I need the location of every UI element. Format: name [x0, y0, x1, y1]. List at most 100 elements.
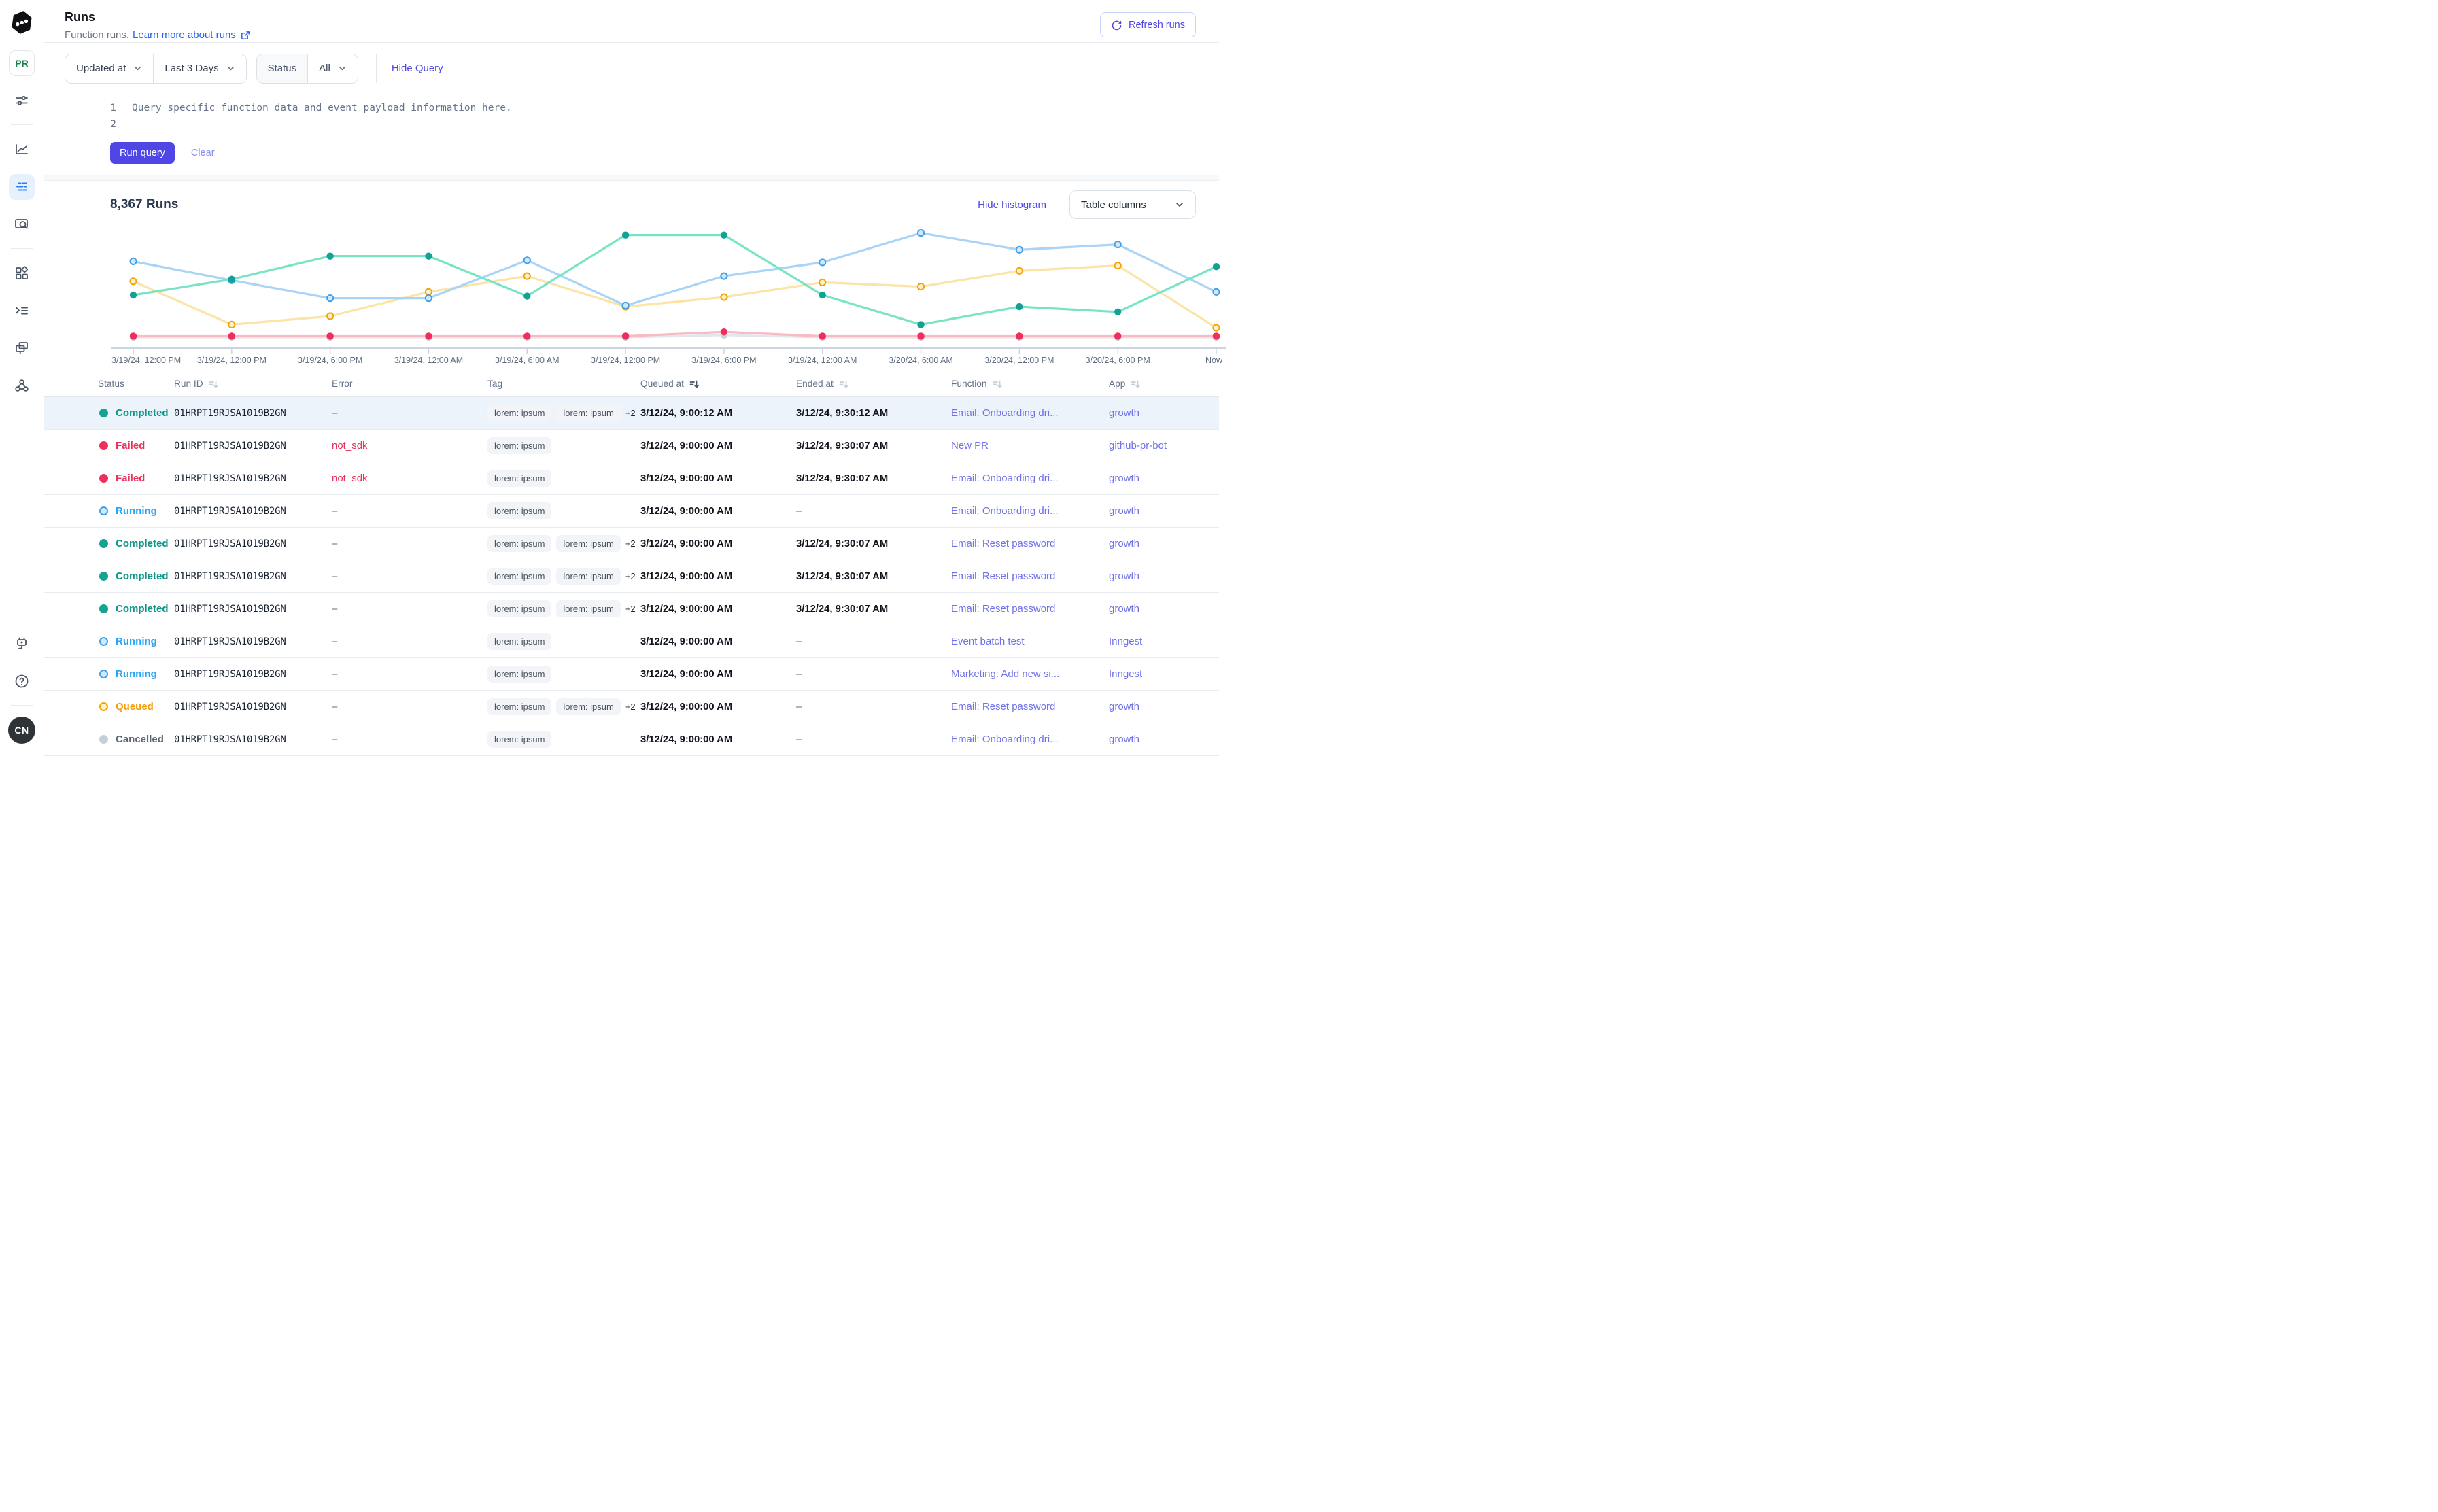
chart-point-completed[interactable] [425, 253, 432, 260]
chart-point-running[interactable] [819, 260, 825, 266]
chart-point-running[interactable] [524, 258, 530, 264]
table-row[interactable]: Completed 01HRPT19RJSA1019B2GN – lorem: … [44, 528, 1219, 560]
metrics-icon[interactable] [9, 137, 35, 162]
chart-point-failed[interactable] [326, 333, 333, 340]
log-search-icon[interactable] [9, 211, 35, 237]
query-editor-text[interactable] [116, 116, 132, 133]
inngest-logo[interactable] [8, 9, 35, 36]
chart-point-failed[interactable] [1016, 333, 1023, 340]
chart-point-queued[interactable] [721, 294, 727, 300]
chart-point-failed[interactable] [819, 333, 826, 340]
query-editor-text[interactable]: Query specific function data and event p… [116, 100, 512, 116]
chart-point-running[interactable] [1016, 247, 1023, 253]
app-link[interactable]: growth [1109, 701, 1139, 712]
chart-point-queued[interactable] [327, 313, 333, 320]
chart-point-completed[interactable] [326, 253, 333, 260]
function-link[interactable]: Email: Reset password [951, 538, 1055, 549]
function-link[interactable]: Email: Reset password [951, 570, 1055, 582]
table-row[interactable]: Running 01HRPT19RJSA1019B2GN – lorem: ip… [44, 625, 1219, 658]
column-header-status[interactable]: Status [98, 379, 174, 389]
apps-icon[interactable] [9, 260, 35, 286]
refresh-runs-button[interactable]: Refresh runs [1100, 12, 1196, 37]
chart-point-failed[interactable] [721, 328, 727, 335]
chart-point-failed[interactable] [622, 333, 629, 340]
chart-point-queued[interactable] [426, 289, 432, 295]
column-header-queued-at[interactable]: Queued at [640, 379, 796, 390]
chart-point-queued[interactable] [228, 322, 235, 328]
timefield-dropdown[interactable]: Updated at [65, 54, 153, 83]
help-icon[interactable] [9, 668, 35, 694]
chart-point-running[interactable] [1213, 289, 1219, 295]
function-link[interactable]: Email: Reset password [951, 603, 1055, 615]
sort-icon[interactable] [992, 379, 1003, 390]
table-row[interactable]: Completed 01HRPT19RJSA1019B2GN – lorem: … [44, 560, 1219, 593]
hide-histogram-link[interactable]: Hide histogram [978, 199, 1046, 211]
app-link[interactable]: growth [1109, 734, 1139, 745]
column-header-function[interactable]: Function [951, 379, 1109, 390]
clear-query-button[interactable]: Clear [191, 148, 215, 158]
app-link[interactable]: growth [1109, 603, 1139, 615]
daterange-dropdown[interactable]: Last 3 Days [153, 54, 245, 83]
table-row[interactable]: Queued 01HRPT19RJSA1019B2GN – lorem: ips… [44, 691, 1219, 723]
chart-point-completed[interactable] [1213, 263, 1220, 270]
column-header-error[interactable]: Error [332, 379, 487, 389]
user-avatar[interactable]: CN [8, 717, 35, 744]
function-link[interactable]: Email: Onboarding dri... [951, 505, 1059, 517]
table-row[interactable]: Running 01HRPT19RJSA1019B2GN – lorem: ip… [44, 495, 1219, 528]
column-header-tag[interactable]: Tag [487, 379, 640, 389]
chart-point-queued[interactable] [918, 284, 924, 290]
table-row[interactable]: Completed 01HRPT19RJSA1019B2GN – lorem: … [44, 593, 1219, 625]
function-link[interactable]: New PR [951, 440, 989, 451]
function-link[interactable]: Marketing: Add new si... [951, 668, 1059, 680]
chart-point-running[interactable] [426, 295, 432, 301]
filters-icon[interactable] [9, 88, 35, 114]
chart-point-failed[interactable] [917, 333, 924, 340]
app-link[interactable]: growth [1109, 407, 1139, 419]
chart-point-completed[interactable] [130, 292, 137, 298]
function-link[interactable]: Email: Reset password [951, 701, 1055, 712]
app-link[interactable]: growth [1109, 505, 1139, 517]
chart-point-failed[interactable] [523, 333, 530, 340]
sort-icon[interactable] [1130, 379, 1141, 390]
chart-point-failed[interactable] [1114, 333, 1121, 340]
sort-icon[interactable] [689, 379, 700, 390]
chart-point-completed[interactable] [721, 232, 727, 239]
chart-point-running[interactable] [918, 230, 924, 236]
chart-point-failed[interactable] [1213, 333, 1220, 340]
table-columns-dropdown[interactable]: Table columns [1069, 190, 1196, 219]
app-link[interactable]: github-pr-bot [1109, 440, 1167, 451]
column-header-app[interactable]: App [1109, 379, 1219, 390]
table-row[interactable]: Completed 01HRPT19RJSA1019B2GN – lorem: … [44, 397, 1219, 430]
app-link[interactable]: growth [1109, 538, 1139, 549]
chart-point-queued[interactable] [130, 279, 136, 285]
chart-point-failed[interactable] [130, 333, 137, 340]
chart-point-running[interactable] [1115, 241, 1121, 247]
chart-point-completed[interactable] [819, 292, 826, 298]
function-link[interactable]: Email: Onboarding dri... [951, 734, 1059, 745]
chart-point-completed[interactable] [1114, 309, 1121, 315]
chart-point-failed[interactable] [228, 333, 235, 340]
function-link[interactable]: Event batch test [951, 636, 1025, 647]
chart-point-running[interactable] [721, 273, 727, 279]
chart-point-running[interactable] [130, 258, 136, 264]
learn-more-link[interactable]: Learn more about runs [133, 29, 251, 41]
chart-point-queued[interactable] [819, 279, 825, 286]
chart-point-running[interactable] [622, 303, 628, 309]
runs-icon[interactable] [9, 174, 35, 200]
sort-icon[interactable] [208, 379, 219, 390]
function-link[interactable]: Email: Onboarding dri... [951, 472, 1059, 484]
hide-query-link[interactable]: Hide Query [392, 63, 443, 74]
status-filter-dropdown[interactable]: All [307, 54, 358, 83]
chart-point-completed[interactable] [917, 322, 924, 328]
chart-point-completed[interactable] [622, 232, 629, 239]
run-query-button[interactable]: Run query [110, 142, 175, 164]
webhook-icon[interactable] [9, 373, 35, 398]
queue-icon[interactable] [9, 298, 35, 324]
app-link[interactable]: growth [1109, 472, 1139, 484]
table-row[interactable]: Running 01HRPT19RJSA1019B2GN – lorem: ip… [44, 658, 1219, 691]
app-link[interactable]: Inngest [1109, 668, 1142, 680]
chart-point-queued[interactable] [1213, 325, 1219, 331]
chart-point-queued[interactable] [1115, 262, 1121, 269]
table-row[interactable]: Failed 01HRPT19RJSA1019B2GN not_sdk lore… [44, 462, 1219, 495]
column-header-run-id[interactable]: Run ID [174, 379, 332, 390]
